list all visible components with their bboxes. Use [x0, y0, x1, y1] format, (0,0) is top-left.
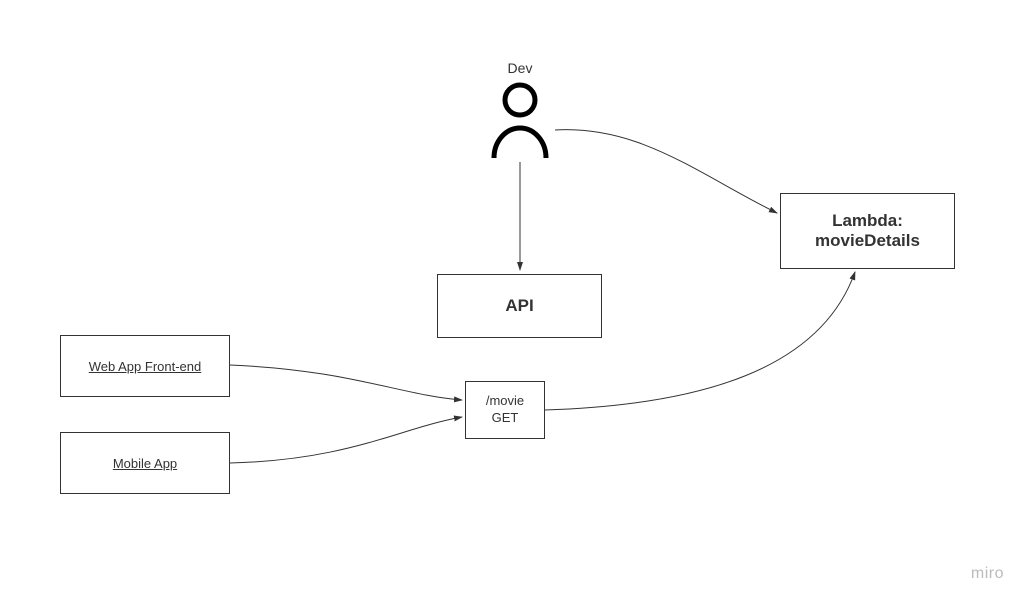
lambda-line1: Lambda:: [832, 211, 903, 231]
arrow-mobileapp-to-endpoint: [230, 417, 462, 463]
mobile-app-label: Mobile App: [113, 456, 177, 471]
web-app-label: Web App Front-end: [89, 359, 202, 374]
miro-watermark: miro: [971, 565, 1004, 583]
endpoint-node: /movie GET: [465, 381, 545, 439]
endpoint-path: /movie: [486, 393, 524, 410]
dev-label: Dev: [505, 60, 535, 76]
lambda-node: Lambda: movieDetails: [780, 193, 955, 269]
lambda-line2: movieDetails: [815, 231, 920, 251]
arrow-dev-to-lambda: [555, 130, 777, 213]
web-app-node: Web App Front-end: [60, 335, 230, 397]
person-icon: [488, 80, 552, 165]
mobile-app-node: Mobile App: [60, 432, 230, 494]
endpoint-method: GET: [492, 410, 519, 427]
arrow-webapp-to-endpoint: [230, 365, 462, 400]
api-node: API: [437, 274, 602, 338]
